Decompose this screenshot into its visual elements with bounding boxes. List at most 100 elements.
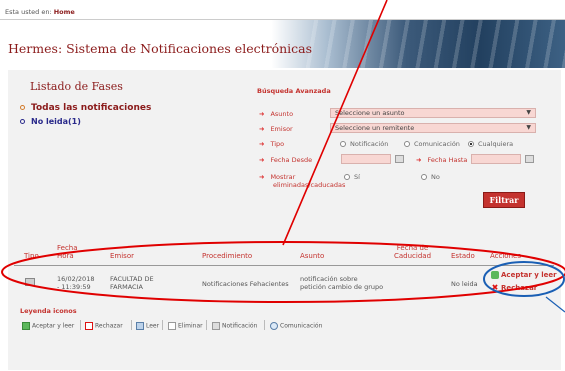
legend-item-leer: Leer bbox=[136, 322, 159, 330]
legend-item-aceptar: Aceptar y leer bbox=[22, 322, 74, 330]
asunto-select-value: Seleccione un asunto bbox=[335, 109, 405, 117]
tipo-radio-comunicacion[interactable]: Comunicación bbox=[404, 140, 460, 148]
breadcrumb-prefix: Esta usted en: bbox=[5, 8, 52, 16]
arrow-right-icon: ➜ bbox=[259, 140, 265, 148]
arrow-right-icon: ➜ bbox=[259, 125, 265, 133]
arrow-right-icon: ➜ bbox=[259, 156, 265, 164]
fecha-desde-input[interactable] bbox=[341, 154, 391, 164]
col-header-fecha[interactable]: Fecha Hora bbox=[57, 244, 78, 260]
tipo-label: Tipo bbox=[270, 140, 285, 148]
notification-icon bbox=[212, 322, 220, 330]
filtrar-button[interactable]: Filtrar bbox=[483, 192, 525, 208]
arrow-right-icon: ➜ bbox=[259, 110, 265, 118]
cell-emisor-line1: FACULTAD DE bbox=[110, 275, 154, 283]
asunto-label: Asunto bbox=[270, 110, 294, 118]
col-header-tipo[interactable]: Tipo bbox=[24, 252, 39, 260]
reject-x-icon: ✖ bbox=[491, 283, 499, 292]
col-header-procedimiento[interactable]: Procedimiento bbox=[202, 252, 252, 260]
mostrar-label-2: eliminadas/caducadas bbox=[273, 181, 346, 189]
cell-fecha-line2: - 11:39:59 bbox=[57, 283, 91, 291]
tipo-option-label: Comunicación bbox=[414, 140, 460, 148]
cell-asunto-line2: petición cambio de grupo bbox=[300, 283, 384, 291]
caret-down-icon: ▼ bbox=[526, 109, 531, 116]
tipo-option-label: Cualquiera bbox=[478, 140, 514, 148]
reject-x-icon bbox=[85, 322, 93, 330]
mostrar-option-label: No bbox=[431, 173, 440, 181]
col-header-estado[interactable]: Estado bbox=[451, 252, 475, 260]
aceptar-y-leer-action[interactable]: Aceptar y leer bbox=[491, 271, 557, 279]
radio-icon bbox=[340, 141, 346, 147]
rechazar-label: Rechazar bbox=[501, 284, 538, 292]
app-title: Hermes: Sistema de Notificaciones electr… bbox=[8, 41, 313, 56]
emisor-row: ➜ Emisor bbox=[259, 125, 293, 133]
banner-decoration bbox=[300, 20, 565, 68]
calendar-icon[interactable] bbox=[525, 155, 534, 163]
advanced-search-panel: Búsqueda Avanzada ➜ Asunto Seleccione un … bbox=[254, 82, 554, 222]
breadcrumb-home-link[interactable]: Home bbox=[54, 8, 75, 16]
legend-separator bbox=[206, 320, 207, 330]
emisor-select-value: Seleccione un remitente bbox=[335, 124, 415, 132]
rechazar-action[interactable]: ✖ Rechazar bbox=[491, 283, 538, 293]
emisor-label: Emisor bbox=[270, 125, 293, 133]
legend-separator bbox=[131, 320, 132, 330]
legend-label: Notificación bbox=[222, 322, 258, 330]
checkmark-icon bbox=[491, 271, 499, 279]
fase-item-todas[interactable]: Todas las notificaciones bbox=[20, 103, 151, 113]
cell-estado: No leida bbox=[451, 280, 478, 288]
legend-label: Aceptar y leer bbox=[32, 322, 75, 330]
leyenda-title: Leyenda iconos bbox=[20, 307, 77, 315]
fecha-desde-label: Fecha Desde bbox=[270, 156, 313, 164]
emisor-select[interactable]: Seleccione un remitente ▼ bbox=[330, 123, 536, 133]
tipo-radio-cualquiera[interactable]: Cualquiera bbox=[468, 140, 513, 148]
caret-down-icon: ▼ bbox=[526, 124, 531, 131]
fecha-hasta-input[interactable] bbox=[471, 154, 521, 164]
legend-label: Leer bbox=[146, 322, 160, 330]
col-header-caducidad[interactable]: Fecha de Caducidad bbox=[394, 244, 431, 260]
fase-label: No leida(1) bbox=[31, 117, 81, 126]
mostrar-row: ➜ Mostrar eliminadas/caducadas bbox=[259, 173, 345, 189]
mostrar-radio-no[interactable]: No bbox=[421, 173, 440, 181]
legend-label: Eliminar bbox=[178, 322, 203, 330]
fases-title: Listado de Fases bbox=[30, 80, 123, 93]
legend-label: Comunicación bbox=[280, 322, 323, 330]
tipo-row: ➜ Tipo bbox=[259, 140, 284, 148]
fase-label: Todas las notificaciones bbox=[31, 103, 152, 113]
fecha-desde-row: ➜ Fecha Desde bbox=[259, 156, 312, 164]
advanced-search-title: Búsqueda Avanzada bbox=[257, 87, 331, 95]
calendar-icon[interactable] bbox=[395, 155, 404, 163]
mostrar-label: Mostrar bbox=[270, 173, 296, 181]
cell-asunto-line1: notificación sobre bbox=[300, 275, 358, 283]
col-header-acciones: Acciones bbox=[490, 252, 521, 260]
radio-icon bbox=[421, 174, 427, 180]
bullet-icon bbox=[20, 105, 25, 110]
legend-separator bbox=[80, 320, 81, 330]
checkmark-icon bbox=[22, 322, 30, 330]
radio-icon bbox=[404, 141, 410, 147]
fase-item-no-leida[interactable]: No leida(1) bbox=[20, 117, 81, 126]
mostrar-radio-si[interactable]: Sí bbox=[344, 173, 360, 181]
col-header-fecha-line2: Hora bbox=[57, 252, 74, 260]
cell-fecha-line1: 16/02/2018 bbox=[57, 275, 95, 283]
cell-emisor-line2: FARMACIA bbox=[110, 283, 143, 291]
asunto-select[interactable]: Seleccione un asunto ▼ bbox=[330, 108, 536, 118]
bullet-icon bbox=[20, 119, 25, 124]
radio-selected-icon bbox=[468, 141, 474, 147]
col-header-caducidad-line1: Fecha de bbox=[396, 244, 429, 252]
tipo-option-label: Notificación bbox=[350, 140, 389, 148]
mostrar-option-label: Sí bbox=[354, 173, 360, 181]
arrow-right-icon: ➜ bbox=[416, 156, 422, 164]
speech-bubble-icon bbox=[270, 322, 278, 330]
aceptar-label: Aceptar y leer bbox=[501, 271, 557, 279]
col-header-caducidad-line2: Caducidad bbox=[394, 252, 432, 260]
asunto-row: ➜ Asunto bbox=[259, 110, 293, 118]
cell-fecha: 16/02/2018 - 11:39:59 bbox=[57, 275, 94, 291]
table-header-divider bbox=[14, 265, 554, 266]
tipo-radio-notificacion[interactable]: Notificación bbox=[340, 140, 388, 148]
col-header-asunto[interactable]: Asunto bbox=[300, 252, 324, 260]
radio-icon bbox=[344, 174, 350, 180]
arrow-right-icon: ➜ bbox=[259, 173, 265, 181]
col-header-emisor[interactable]: Emisor bbox=[110, 252, 134, 260]
legend-item-rechazar: Rechazar bbox=[85, 322, 123, 330]
legend-separator bbox=[162, 320, 163, 330]
delete-icon bbox=[168, 322, 176, 330]
